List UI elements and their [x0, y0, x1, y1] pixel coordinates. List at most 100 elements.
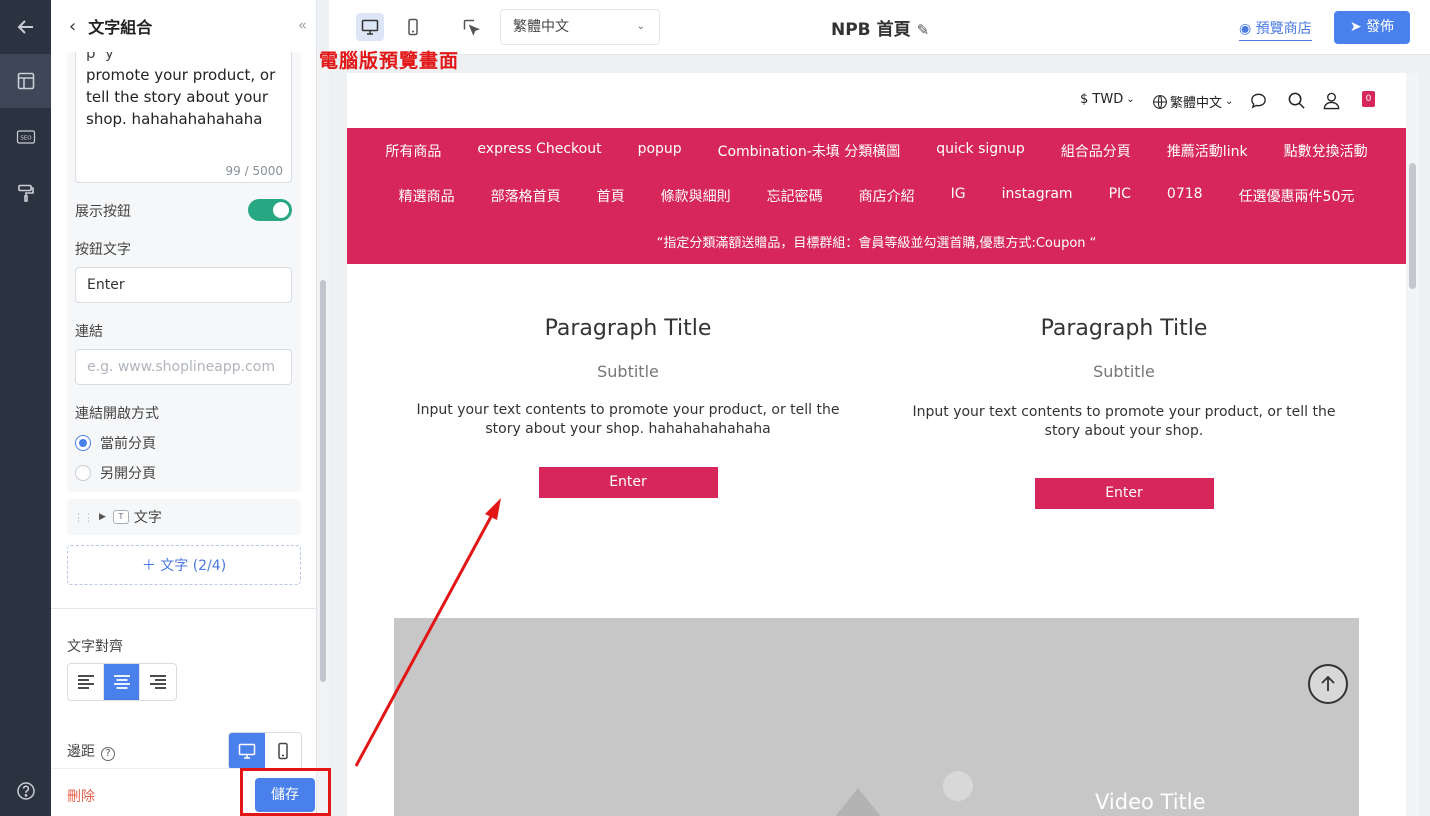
scroll-to-top-icon[interactable]	[1308, 664, 1348, 704]
content-textarea[interactable]: p y promote your product, or tell the st…	[75, 52, 292, 183]
video-title: Video Title	[1095, 790, 1206, 814]
preview-scrollbar[interactable]	[1406, 73, 1419, 816]
radio-dot-selected	[75, 435, 91, 451]
chevron-left-icon[interactable]: ‹	[69, 16, 76, 37]
panel-scrollbar[interactable]	[317, 52, 329, 816]
panel-footer: 刪除 儲存	[51, 768, 316, 816]
publish-button[interactable]: ➤ 發佈	[1334, 11, 1410, 44]
panel-header: ‹ 文字組合 «	[51, 0, 316, 52]
mobile-icon[interactable]	[265, 733, 301, 769]
mobile-view-icon[interactable]	[399, 13, 427, 41]
nav-link[interactable]: express Checkout	[477, 141, 601, 161]
radio-current-tab[interactable]: 當前分頁	[75, 433, 156, 453]
drag-handle-icon[interactable]: ⋮⋮	[73, 511, 94, 524]
enter-button[interactable]: Enter	[1034, 478, 1214, 509]
promo-banner-text: “指定分類滿額送贈品，目標群組：會員等級並勾選首購,優惠方式:Coupon “	[656, 236, 1097, 251]
store-nav: 所有商品 express Checkout popup Combination-…	[347, 128, 1406, 264]
align-left-icon[interactable]	[68, 664, 104, 700]
language-select[interactable]: 繁體中文 ⌄	[500, 9, 660, 45]
eye-icon: ◉	[1239, 21, 1252, 37]
video-placeholder-circle	[943, 771, 973, 801]
nav-link[interactable]: quick signup	[936, 141, 1025, 161]
nav-link[interactable]: 點數兌換活動	[1284, 141, 1368, 161]
store-preview: $ TWD ⌄ 繁體中文 ⌄ 0 所有商品 express Checkout pop…	[347, 73, 1406, 816]
preview-scroll-thumb[interactable]	[1409, 163, 1416, 289]
link-input[interactable]	[75, 349, 292, 385]
text-item-accordion[interactable]: ⋮⋮ ▶ T 文字	[67, 499, 301, 535]
enter-button[interactable]: Enter	[538, 467, 718, 498]
nav-link[interactable]: 0718	[1167, 186, 1203, 206]
select-cursor-icon[interactable]	[457, 13, 485, 41]
nav-link[interactable]: popup	[638, 141, 682, 161]
back-arrow-icon[interactable]	[0, 0, 51, 54]
language-select-value: 繁體中文	[513, 19, 569, 35]
nav-link[interactable]: IG	[951, 186, 966, 206]
desktop-view-icon[interactable]	[356, 13, 384, 41]
nav-link[interactable]: instagram	[1002, 186, 1073, 206]
align-right-icon[interactable]	[140, 664, 176, 700]
show-button-toggle[interactable]	[248, 199, 292, 221]
button-text-label: 按鈕文字	[75, 242, 131, 258]
help-icon[interactable]	[0, 764, 51, 816]
radio-dot	[75, 465, 91, 481]
annotation-label: 電腦版預覽畫面	[319, 50, 460, 72]
text-align-label: 文字對齊	[67, 639, 123, 655]
publish-label: 發佈	[1366, 19, 1395, 35]
paper-plane-icon: ➤	[1349, 19, 1362, 35]
show-button-label: 展示按鈕	[75, 204, 131, 220]
desktop-icon[interactable]	[229, 733, 265, 769]
chevron-down-icon: ⌄	[636, 21, 645, 32]
paragraph-body: Input your text contents to promote your…	[912, 404, 1336, 439]
char-count: 99 / 5000	[225, 164, 283, 178]
preview-store-link[interactable]: ◉ 預覽商店	[1239, 18, 1312, 41]
user-icon[interactable]	[1322, 91, 1341, 110]
nav-link[interactable]: PIC	[1109, 186, 1131, 206]
nav-link[interactable]: 任選優惠兩件50元	[1239, 186, 1355, 206]
seo-icon[interactable]: SEO	[0, 110, 51, 164]
paragraph-subtitle: Subtitle	[1093, 362, 1155, 381]
page-title: NPB 首頁 ✎	[831, 15, 929, 40]
chat-icon[interactable]	[1249, 91, 1268, 110]
pencil-icon[interactable]: ✎	[917, 21, 930, 39]
chevron-down-icon: ⌄	[1126, 94, 1135, 105]
panel-scroll-thumb[interactable]	[320, 280, 326, 682]
delete-button[interactable]: 刪除	[67, 786, 95, 806]
nav-link[interactable]: 組合品分頁	[1061, 141, 1131, 161]
link-label: 連結	[75, 324, 103, 340]
nav-link[interactable]: 精選商品	[399, 186, 455, 206]
search-icon[interactable]	[1287, 91, 1306, 110]
settings-panel: p y promote your product, or tell the st…	[51, 0, 317, 816]
paragraph-subtitle: Subtitle	[597, 362, 659, 381]
cart-icon[interactable]: 0	[1362, 91, 1375, 107]
nav-link[interactable]: 推薦活動link	[1167, 141, 1248, 161]
nav-link[interactable]: 條款與細則	[661, 186, 731, 206]
paint-roller-icon[interactable]	[0, 166, 51, 220]
store-language-label: 繁體中文	[1170, 96, 1223, 111]
save-button[interactable]: 儲存	[255, 778, 315, 812]
add-text-button[interactable]: ＋ 文字 (2/4)	[67, 545, 301, 585]
cart-count: 0	[1362, 91, 1375, 107]
radio-current-tab-label: 當前分頁	[100, 436, 156, 452]
margin-label: 邊距	[67, 744, 95, 760]
left-rail: SEO	[0, 0, 51, 816]
nav-link[interactable]: 商店介紹	[859, 186, 915, 206]
store-language-selector[interactable]: 繁體中文 ⌄	[1152, 92, 1233, 111]
question-circle-icon[interactable]: ?	[101, 747, 115, 761]
nav-link[interactable]: 首頁	[597, 186, 625, 206]
nav-link[interactable]: 部落格首頁	[491, 186, 561, 206]
currency-selector[interactable]: $ TWD ⌄	[1080, 92, 1135, 107]
radio-new-tab[interactable]: 另開分頁	[75, 463, 156, 483]
text-block-icon: T	[112, 510, 129, 524]
layout-icon[interactable]	[0, 54, 51, 108]
nav-link[interactable]: 忘記密碼	[767, 186, 823, 206]
button-text-input[interactable]	[75, 267, 292, 303]
margin-label-row: 邊距?	[67, 741, 115, 761]
video-block[interactable]: Video Title	[394, 618, 1359, 816]
nav-link[interactable]: 所有商品	[385, 141, 441, 161]
caret-right-icon[interactable]: ▶	[99, 512, 106, 522]
divider	[51, 608, 316, 609]
nav-row-2: 精選商品 部落格首頁 首頁 條款與細則 忘記密碼 商店介紹 IG instagr…	[347, 186, 1406, 206]
align-center-icon[interactable]	[104, 664, 140, 700]
nav-link[interactable]: Combination-未填 分類橫圖	[718, 141, 901, 161]
collapse-panel-icon[interactable]: «	[298, 16, 307, 34]
